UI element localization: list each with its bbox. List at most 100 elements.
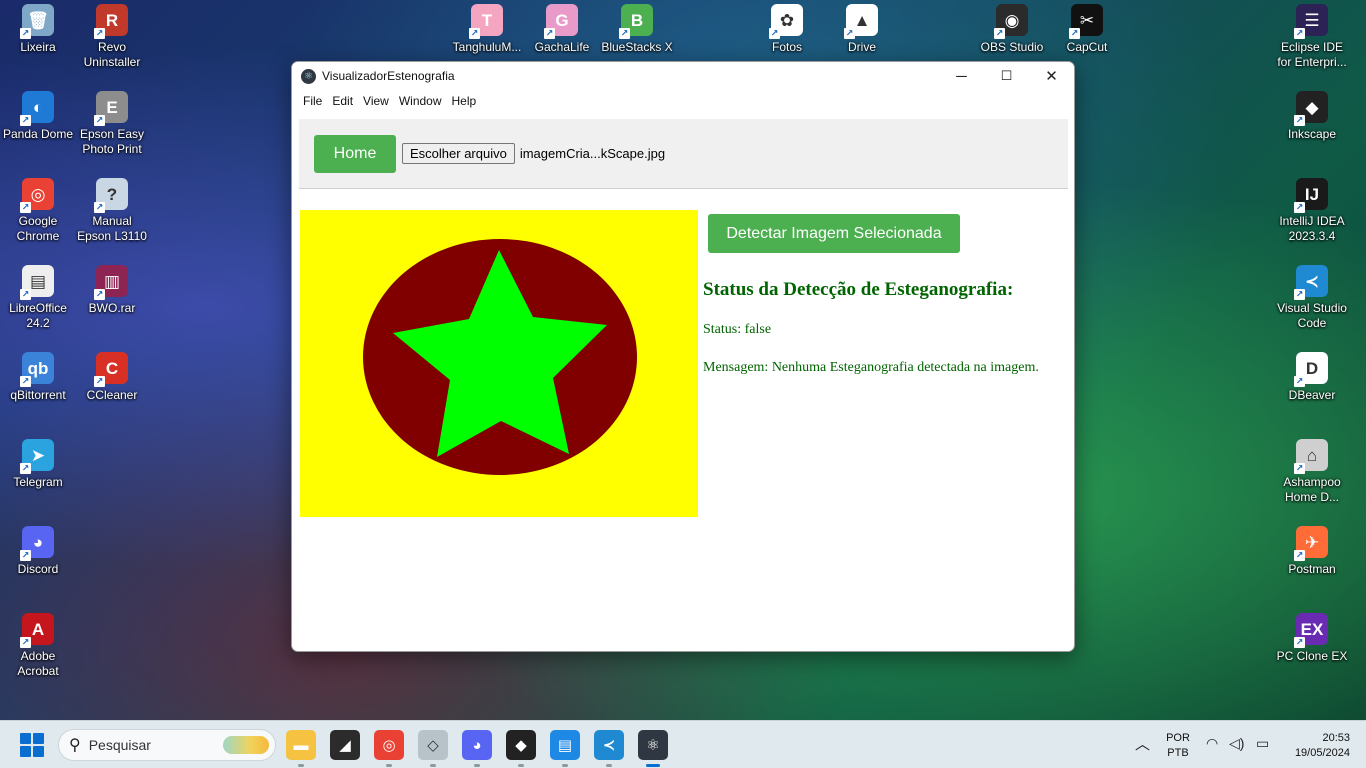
windows-start-button[interactable] — [20, 733, 44, 757]
desktop-shortcut[interactable]: BBlueStacks X — [599, 4, 675, 55]
ccleaner-icon: C — [94, 352, 128, 387]
detection-message: Mensagem: Nenhuma Esteganografia detecta… — [703, 360, 1039, 375]
battery-icon[interactable]: ▭ — [1256, 735, 1269, 752]
discord-taskbar-icon[interactable]: ◕ — [462, 730, 492, 767]
desktop-shortcut[interactable]: ◎Google Chrome — [0, 178, 76, 244]
desktop-shortcut-label: Ashampoo Home D... — [1283, 475, 1341, 504]
desktop-shortcut[interactable]: ?Manual Epson L3110 — [74, 178, 150, 244]
electron-app-icon: ⚛ — [301, 68, 316, 84]
desktop-shortcut[interactable]: ☰Eclipse IDE for Enterpri... — [1274, 4, 1350, 70]
maximize-button[interactable]: ☐ — [984, 62, 1029, 90]
desktop-shortcut-label: Drive — [847, 40, 876, 54]
desktop-shortcut[interactable]: ▲Drive — [824, 4, 900, 55]
desktop-shortcut[interactable]: ▥BWO.rar — [74, 265, 150, 316]
desktop-shortcut[interactable]: EXPC Clone EX — [1274, 613, 1350, 664]
desktop-shortcut-label: LibreOffice 24.2 — [9, 301, 67, 330]
desktop-shortcut[interactable]: ▤LibreOffice 24.2 — [0, 265, 76, 331]
desktop-shortcut[interactable]: ⌂Ashampoo Home D... — [1274, 439, 1350, 505]
desktop-shortcut[interactable]: IJIntelliJ IDEA 2023.3.4 — [1274, 178, 1350, 244]
window-controls: ─ ☐ ✕ — [939, 62, 1074, 90]
desktop-shortcut[interactable]: EEpson Easy Photo Print — [74, 91, 150, 157]
electron-app-taskbar-icon[interactable]: ⚛ — [638, 730, 668, 767]
ashampoo-icon: ⌂ — [1294, 439, 1328, 474]
desktop-shortcut-label: CapCut — [1066, 40, 1108, 54]
desktop-shortcut-label: PC Clone EX — [1276, 649, 1348, 663]
menu-edit[interactable]: Edit — [327, 94, 358, 108]
chevron-up-icon[interactable]: ︿ — [1135, 733, 1150, 754]
window-title: VisualizadorEstenografia — [322, 69, 455, 83]
gachalife-icon: G — [544, 4, 578, 39]
search-input[interactable] — [88, 737, 209, 753]
adobe-acrobat-icon: A — [20, 613, 54, 648]
keyboard-layout: PTB — [1167, 747, 1189, 759]
input-language-indicator[interactable]: POR PTB — [1166, 731, 1190, 761]
intellij-icon: IJ — [1294, 178, 1328, 213]
menu-file[interactable]: File — [298, 94, 327, 108]
close-button[interactable]: ✕ — [1029, 62, 1074, 90]
volume-icon[interactable]: ◁) — [1229, 735, 1244, 752]
star-ellipse-image — [300, 210, 698, 517]
taskbar-search[interactable]: ⚲ — [58, 729, 276, 761]
desktop-shortcut[interactable]: ✿Fotos — [749, 4, 825, 55]
clock-time: 20:53 — [1322, 732, 1350, 744]
menu-view[interactable]: View — [358, 94, 394, 108]
tanghulu-icon: T — [469, 4, 503, 39]
chrome-taskbar-icon[interactable]: ◎ — [374, 730, 404, 767]
desktop-shortcut-label: TanghuluM... — [452, 40, 522, 54]
search-icon: ⚲ — [69, 737, 81, 754]
vscode-taskbar-icon[interactable]: ≺ — [594, 730, 624, 767]
desktop-shortcut-label: Eclipse IDE for Enterpri... — [1277, 40, 1347, 69]
notepad-taskbar-icon[interactable]: ▤ — [550, 730, 580, 767]
inkscape-taskbar-icon[interactable]: ◆ — [506, 730, 536, 767]
vscode-icon: ≺ — [1294, 265, 1328, 300]
libreoffice-icon: ▤ — [20, 265, 54, 300]
roblox-taskbar-icon[interactable]: ◇ — [418, 730, 448, 767]
inkscape-icon: ◆ — [1294, 91, 1328, 126]
desktop-shortcut[interactable]: ◉OBS Studio — [974, 4, 1050, 55]
pc-clone-ex-icon: EX — [1294, 613, 1328, 648]
discord-icon: ◕ — [20, 526, 54, 561]
desktop-shortcut[interactable]: TTanghuluM... — [449, 4, 525, 55]
detection-status-heading: Status da Detecção de Esteganografia: — [703, 279, 1014, 300]
desktop-shortcut-label: Google Chrome — [16, 214, 60, 243]
desktop-shortcut[interactable]: ◕Discord — [0, 526, 76, 577]
detection-status-value: Status: false — [703, 322, 772, 337]
desktop-shortcut[interactable]: ≺Visual Studio Code — [1274, 265, 1350, 331]
obs-studio-icon: ◉ — [994, 4, 1028, 39]
minimize-button[interactable]: ─ — [939, 62, 984, 90]
desktop-shortcut[interactable]: CCCleaner — [74, 352, 150, 403]
desktop-shortcut-label: Panda Dome — [2, 127, 74, 141]
desktop-shortcut[interactable]: ◆Inkscape — [1274, 91, 1350, 142]
desktop-shortcut[interactable]: DDBeaver — [1274, 352, 1350, 403]
sticky-notes-taskbar-icon[interactable]: ◢ — [330, 730, 360, 760]
detect-image-button[interactable]: Detectar Imagem Selecionada — [708, 214, 960, 253]
taskbar: ⚲ ▬ ◢ ◎ ◇ ◕ ◆ ▤ ≺ ⚛ ︿ POR PTB ◠ ◁) ▭ 20:53 19/05… — [0, 720, 1366, 768]
desktop-shortcut[interactable]: GGachaLife — [524, 4, 600, 55]
choose-file-button[interactable]: Escolher arquivo — [402, 143, 515, 164]
home-button[interactable]: Home — [314, 134, 396, 173]
desktop-shortcut[interactable]: ➤Telegram — [0, 439, 76, 490]
title-bar[interactable]: ⚛ VisualizadorEstenografia ─ ☐ ✕ — [292, 62, 1074, 90]
desktop-shortcut[interactable]: RRevo Uninstaller — [74, 4, 150, 70]
desktop-shortcut[interactable]: ◐Panda Dome — [0, 91, 76, 142]
dbeaver-icon: D — [1294, 352, 1328, 387]
desktop-shortcut-label: IntelliJ IDEA 2023.3.4 — [1279, 214, 1345, 243]
desktop-shortcut-label: Postman — [1288, 562, 1336, 576]
menu-help[interactable]: Help — [447, 94, 482, 108]
desktop-shortcut-label: GachaLife — [534, 40, 590, 54]
desktop-shortcut[interactable]: 🗑Lixeira — [0, 4, 76, 55]
menu-window[interactable]: Window — [394, 94, 447, 108]
language-code: POR — [1166, 732, 1190, 744]
desktop-shortcut[interactable]: ✈Postman — [1274, 526, 1350, 577]
file-explorer-taskbar-icon[interactable]: ▬ — [286, 730, 316, 767]
eclipse-icon: ☰ — [1294, 4, 1328, 39]
desktop-shortcut-label: Inkscape — [1287, 127, 1337, 141]
desktop-shortcut[interactable]: AAdobe Acrobat — [0, 613, 76, 679]
app-content: Home Escolher arquivo imagemCria...kScap… — [299, 119, 1068, 519]
search-highlight-art — [223, 736, 269, 754]
start-icon-pane — [33, 746, 44, 757]
desktop-shortcut[interactable]: qbqBittorrent — [0, 352, 76, 403]
system-clock[interactable]: 20:53 19/05/2024 — [1282, 731, 1350, 761]
desktop-shortcut[interactable]: ✂CapCut — [1049, 4, 1125, 55]
wifi-icon[interactable]: ◠ — [1206, 735, 1218, 752]
